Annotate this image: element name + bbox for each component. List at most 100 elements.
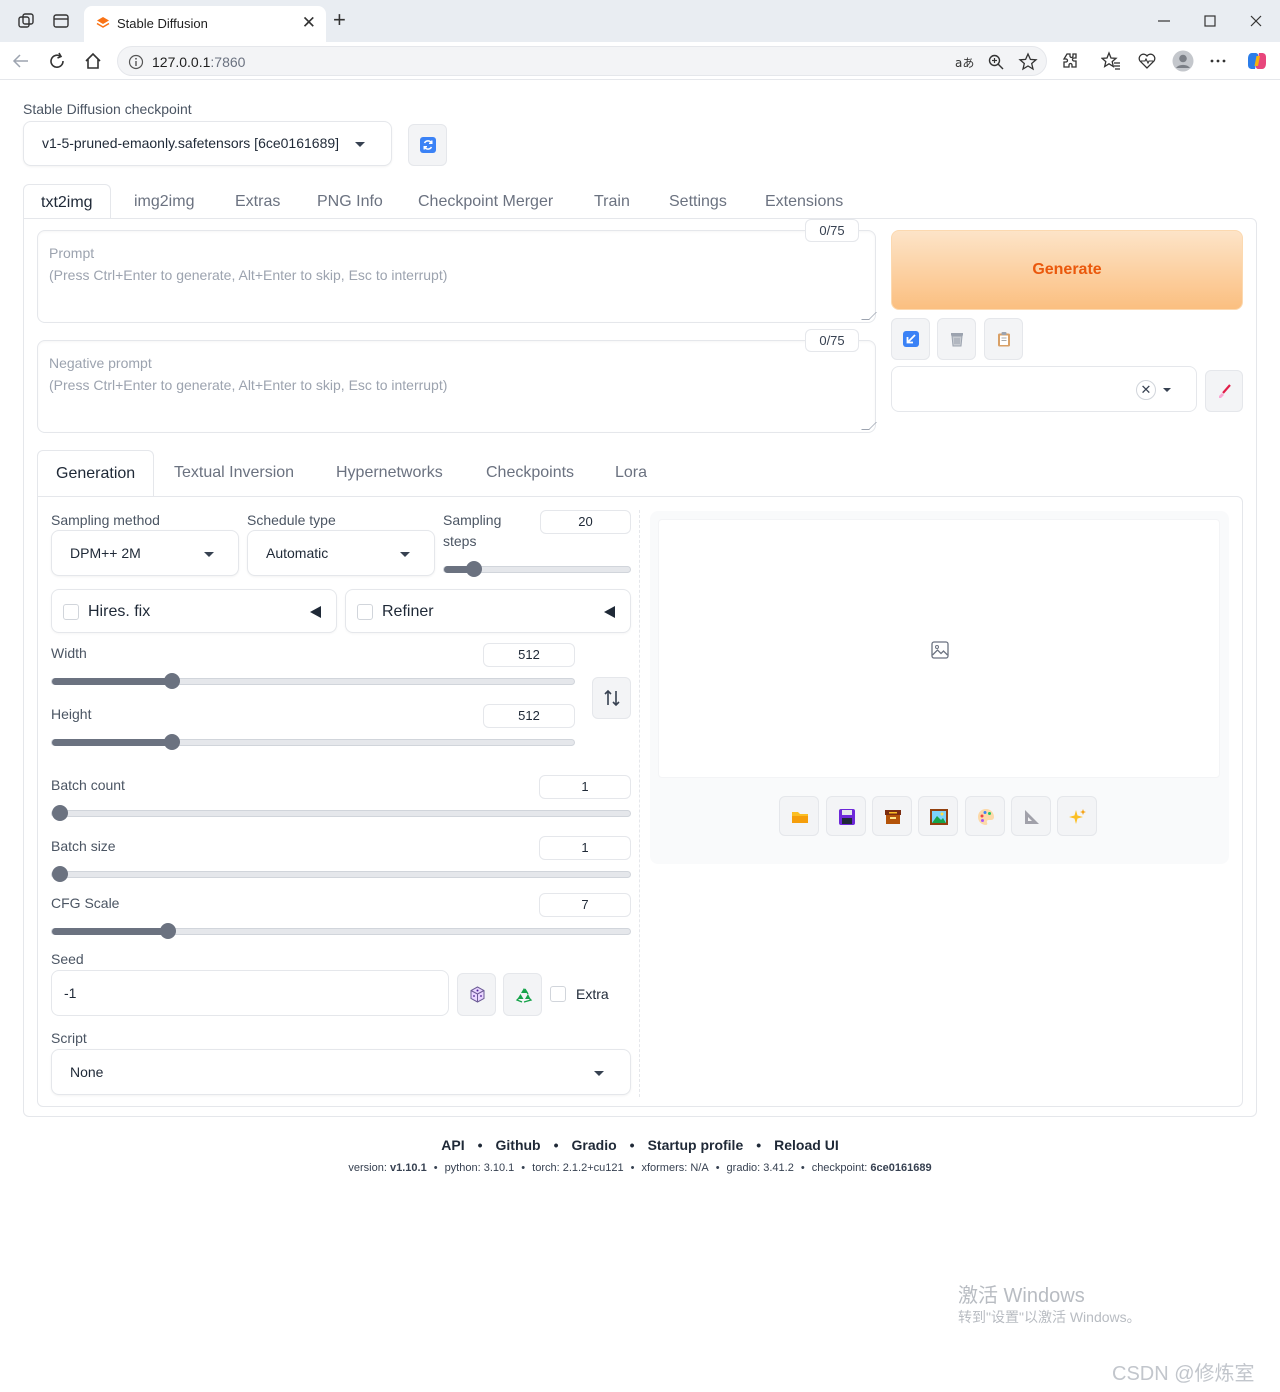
- copilot-icon[interactable]: [1246, 50, 1268, 72]
- back-icon[interactable]: [11, 51, 31, 71]
- resize-grip-icon[interactable]: [861, 312, 877, 320]
- height-input[interactable]: 512: [483, 704, 575, 728]
- gradio-version: gradio: 3.41.2: [726, 1162, 794, 1174]
- random-seed-button[interactable]: [457, 973, 496, 1016]
- footer-link-gradio[interactable]: Gradio: [572, 1137, 617, 1153]
- tab-png-info[interactable]: PNG Info: [317, 184, 383, 219]
- site-info-icon[interactable]: [128, 54, 144, 70]
- checkpoint-dropdown[interactable]: v1-5-pruned-emaonly.safetensors [6ce0161…: [23, 121, 392, 166]
- sampling-steps-slider[interactable]: [443, 561, 631, 577]
- script-dropdown[interactable]: None: [51, 1049, 631, 1095]
- clear-prompt-button[interactable]: [937, 318, 976, 360]
- width-input[interactable]: 512: [483, 643, 575, 667]
- hires-fix-accordion[interactable]: Hires. fix: [51, 589, 337, 633]
- extensions-icon[interactable]: [1060, 51, 1080, 71]
- footer-link-startup-profile[interactable]: Startup profile: [648, 1137, 744, 1153]
- apply-styles-button[interactable]: [984, 318, 1023, 360]
- tab-checkpoint-merger[interactable]: Checkpoint Merger: [418, 184, 553, 219]
- more-menu-icon[interactable]: [1208, 51, 1228, 71]
- collapse-triangle-icon[interactable]: [310, 606, 321, 618]
- browser-tab[interactable]: Stable Diffusion ✕: [84, 6, 326, 42]
- refiner-accordion[interactable]: Refiner: [345, 589, 631, 633]
- save-button[interactable]: [826, 796, 866, 836]
- zip-button[interactable]: [872, 796, 912, 836]
- minimize-icon[interactable]: [1157, 14, 1171, 28]
- read-generation-params-button[interactable]: [891, 318, 930, 360]
- generate-button[interactable]: Generate: [891, 230, 1243, 310]
- slider-thumb[interactable]: [52, 805, 68, 821]
- collapse-triangle-icon[interactable]: [604, 606, 615, 618]
- width-slider[interactable]: [51, 673, 575, 689]
- seed-input[interactable]: -1: [51, 970, 449, 1016]
- cfg-scale-slider[interactable]: [51, 923, 631, 939]
- tab-close-icon[interactable]: ✕: [302, 13, 316, 33]
- extra-seed-checkbox[interactable]: [550, 986, 566, 1002]
- favorite-star-icon[interactable]: [1018, 52, 1038, 72]
- clear-styles-icon[interactable]: ✕: [1136, 380, 1156, 400]
- slider-thumb[interactable]: [466, 561, 482, 577]
- send-to-inpaint-button[interactable]: [965, 796, 1005, 836]
- prompt-textarea[interactable]: Prompt (Press Ctrl+Enter to generate, Al…: [37, 230, 877, 323]
- home-icon[interactable]: [83, 51, 103, 71]
- send-to-extras-button[interactable]: [1011, 796, 1051, 836]
- tab-checkpoints[interactable]: Checkpoints: [486, 450, 574, 497]
- negative-prompt-token-counter: 0/75: [805, 329, 859, 352]
- tab-settings[interactable]: Settings: [669, 184, 727, 219]
- zoom-icon[interactable]: [987, 53, 1005, 71]
- tab-hypernetworks[interactable]: Hypernetworks: [336, 450, 443, 497]
- refiner-checkbox[interactable]: [357, 604, 373, 620]
- footer-link-api[interactable]: API: [441, 1137, 464, 1153]
- address-bar[interactable]: 127.0.0.1:7860 aあ: [117, 46, 1047, 76]
- tab-img2img[interactable]: img2img: [134, 184, 194, 219]
- height-slider[interactable]: [51, 734, 575, 750]
- sampling-steps-input[interactable]: 20: [540, 510, 631, 534]
- checkpoint-label: Stable Diffusion checkpoint: [23, 101, 192, 117]
- torch-version: torch: 2.1.2+cu121: [532, 1162, 624, 1174]
- sampling-method-dropdown[interactable]: DPM++ 2M: [51, 530, 239, 576]
- workspaces-icon[interactable]: [17, 12, 35, 30]
- tab-extras[interactable]: Extras: [235, 184, 280, 219]
- version-value[interactable]: v1.10.1: [390, 1162, 427, 1174]
- refresh-checkpoint-button[interactable]: [408, 124, 447, 166]
- reuse-seed-button[interactable]: [503, 973, 542, 1016]
- cfg-scale-input[interactable]: 7: [539, 893, 631, 917]
- slider-thumb[interactable]: [164, 673, 180, 689]
- footer-link-reload-ui[interactable]: Reload UI: [774, 1137, 839, 1153]
- tab-lora[interactable]: Lora: [615, 450, 647, 497]
- tab-train[interactable]: Train: [594, 184, 630, 219]
- url-text[interactable]: 127.0.0.1:7860: [152, 54, 245, 70]
- styles-dropdown[interactable]: ✕: [891, 366, 1197, 412]
- slider-thumb[interactable]: [164, 734, 180, 750]
- reload-icon[interactable]: [47, 51, 67, 71]
- negative-prompt-textarea[interactable]: Negative prompt (Press Ctrl+Enter to gen…: [37, 340, 877, 433]
- window-close-icon[interactable]: [1249, 14, 1263, 28]
- tab-txt2img[interactable]: txt2img: [23, 184, 111, 219]
- schedule-type-dropdown[interactable]: Automatic: [247, 530, 435, 576]
- generate-info-button[interactable]: [1057, 796, 1097, 836]
- tab-generation[interactable]: Generation: [37, 450, 155, 497]
- footer-link-github[interactable]: Github: [496, 1137, 541, 1153]
- dice-icon: [470, 986, 485, 1003]
- slider-thumb[interactable]: [52, 866, 68, 882]
- batch-size-slider[interactable]: [51, 866, 631, 882]
- image-preview-area: [658, 519, 1220, 778]
- tab-extensions[interactable]: Extensions: [765, 184, 843, 219]
- hires-fix-checkbox[interactable]: [63, 604, 79, 620]
- favorites-icon[interactable]: [1101, 51, 1121, 71]
- send-to-img2img-button[interactable]: [918, 796, 958, 836]
- tab-textual-inversion[interactable]: Textual Inversion: [174, 450, 294, 497]
- tab-actions-icon[interactable]: [52, 12, 70, 30]
- batch-count-input[interactable]: 1: [539, 775, 631, 799]
- batch-size-input[interactable]: 1: [539, 836, 631, 860]
- edit-styles-button[interactable]: [1205, 370, 1243, 412]
- resize-grip-icon[interactable]: [861, 422, 877, 430]
- open-folder-button[interactable]: [779, 796, 819, 836]
- profile-avatar-icon[interactable]: [1172, 50, 1194, 72]
- translate-icon[interactable]: aあ: [954, 53, 974, 71]
- slider-thumb[interactable]: [160, 923, 176, 939]
- browser-essentials-icon[interactable]: [1137, 51, 1157, 71]
- swap-dimensions-button[interactable]: [592, 677, 631, 719]
- maximize-icon[interactable]: [1203, 14, 1217, 28]
- new-tab-button[interactable]: +: [333, 9, 346, 31]
- batch-count-slider[interactable]: [51, 805, 631, 821]
